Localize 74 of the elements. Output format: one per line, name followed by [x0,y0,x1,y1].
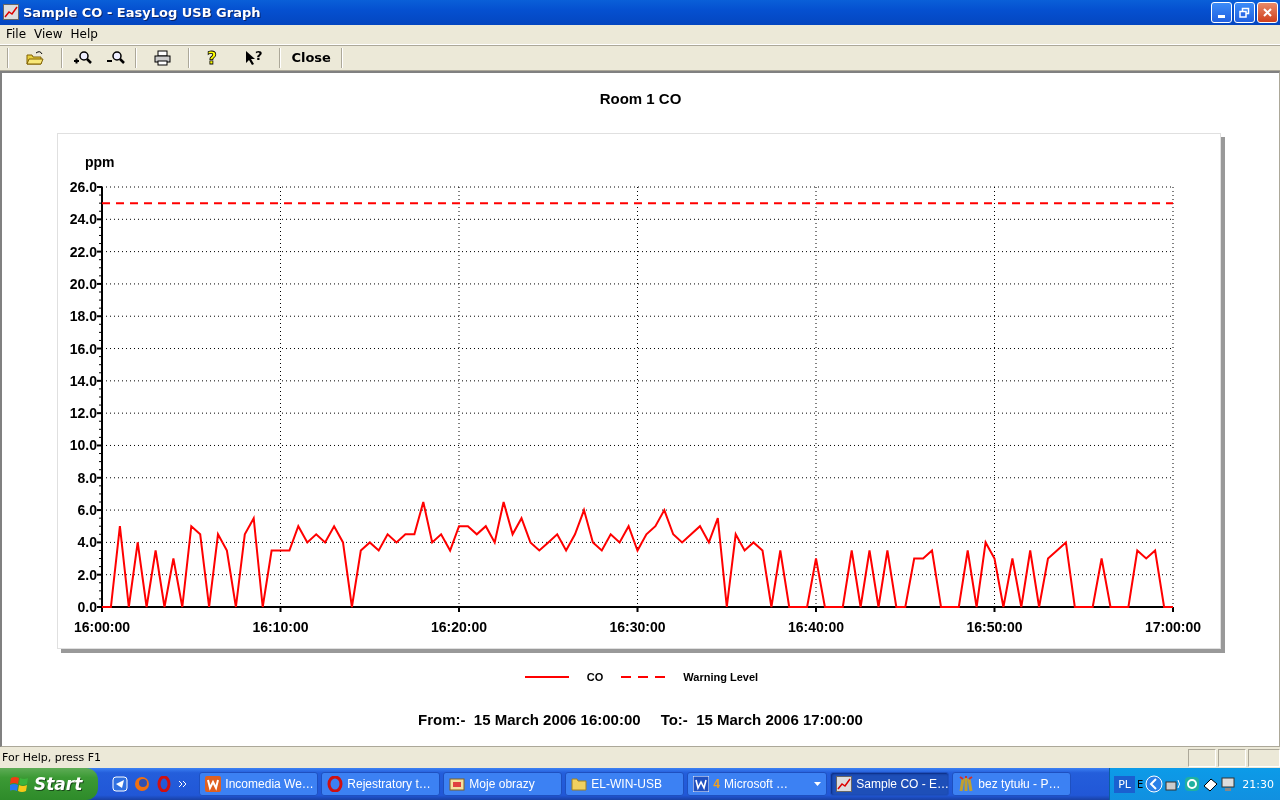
close-toolbar-button[interactable]: Close [284,46,338,69]
y-tick-label: 0.0 [77,598,97,615]
y-tick-label: 4.0 [77,534,97,551]
restore-button[interactable] [1234,2,1255,23]
language-indicator[interactable]: PL [1114,775,1135,793]
folder-icon [26,49,44,66]
caret-icon [814,782,822,786]
graph-icon [836,776,853,792]
chart-title: Room 1 CO [599,89,682,109]
y-tick-label: 26.0 [69,178,97,195]
y-tick-label: 8.0 [77,469,97,486]
windows-logo-icon [10,775,28,793]
taskbar-button[interactable]: bez tytułu - P… [952,772,1072,796]
y-tick-label: 22.0 [69,243,97,260]
taskbar-button[interactable]: EL-WIN-USB [565,772,685,796]
taskbar-button[interactable]: Incomedia We… [199,772,319,796]
app-graph-icon [3,4,19,21]
menu-item[interactable]: Help [66,27,102,42]
x-tick-label: 16:50:00 [966,618,1022,635]
zoom-in-icon [73,50,92,66]
legend-label: CO [586,670,604,683]
close-icon [1262,7,1273,18]
round-app-icon [1184,776,1201,792]
y-axis-label: ppm [84,153,115,170]
x-tick-label: 16:00:00 [73,618,130,635]
brushes-icon [958,776,975,792]
to-date-text: To:- 15 March 2006 17:00:00 [660,710,863,728]
o-logo-icon [156,776,173,792]
desktop-shortcut-icon [112,776,129,792]
o-logo-icon [327,776,344,792]
close-button[interactable] [1257,2,1278,23]
zoom-out-icon [106,50,125,66]
monitor-icon [1220,776,1237,792]
window-title: Sample CO - EasyLog USB Graph [23,5,262,20]
w-logo-icon [205,776,222,792]
from-date-text: From:- 15 March 2006 16:00:00 [418,710,641,728]
y-tick-label: 18.0 [69,308,97,325]
tray-text: E [1136,778,1144,790]
taskbar-button[interactable]: 4 Microsoft … [687,772,828,796]
folder-icon [571,776,588,792]
chevron-icon [178,779,188,789]
y-tick-label: 2.0 [77,566,97,583]
status-panel [1188,748,1216,767]
x-tick-label: 16:20:00 [430,618,487,635]
menu-item[interactable]: File [2,27,31,42]
x-tick-label: 16:30:00 [609,618,665,635]
y-tick-label: 10.0 [69,437,97,454]
legend-label: Warning Level [683,670,759,683]
taskbar-button[interactable]: Sample CO - E… [830,772,950,796]
y-tick-label: 6.0 [77,502,97,518]
taskbar-button[interactable]: Rejestratory t… [321,772,441,796]
y-tick-label: 24.0 [69,211,97,228]
minimize-icon [1218,15,1225,18]
picture-folder-icon [449,776,466,792]
status-panel [1218,748,1246,767]
printer-icon [154,49,171,66]
w-document-icon [693,776,710,792]
menu-item[interactable]: View [30,27,67,42]
status-panel [1248,748,1280,767]
x-tick-label: 16:40:00 [787,618,844,635]
status-text: For Help, press F1 [2,751,103,765]
y-tick-label: 12.0 [69,405,97,422]
y-tick-label: 16.0 [69,340,97,357]
y-tick-label: 20.0 [69,275,97,292]
minimize-button[interactable] [1211,2,1232,23]
restore-icon [1239,7,1250,18]
start-button[interactable]: Start [0,768,99,800]
x-tick-label: 17:00:00 [1144,618,1201,635]
taskbar-button[interactable]: Moje obrazy [443,772,563,796]
x-tick-label: 16:10:00 [252,618,308,635]
y-tick-label: 14.0 [69,372,97,389]
clock: 21:30 [1242,777,1274,791]
context-help-button[interactable]: ? [230,46,277,69]
pointer-icon [244,50,255,66]
